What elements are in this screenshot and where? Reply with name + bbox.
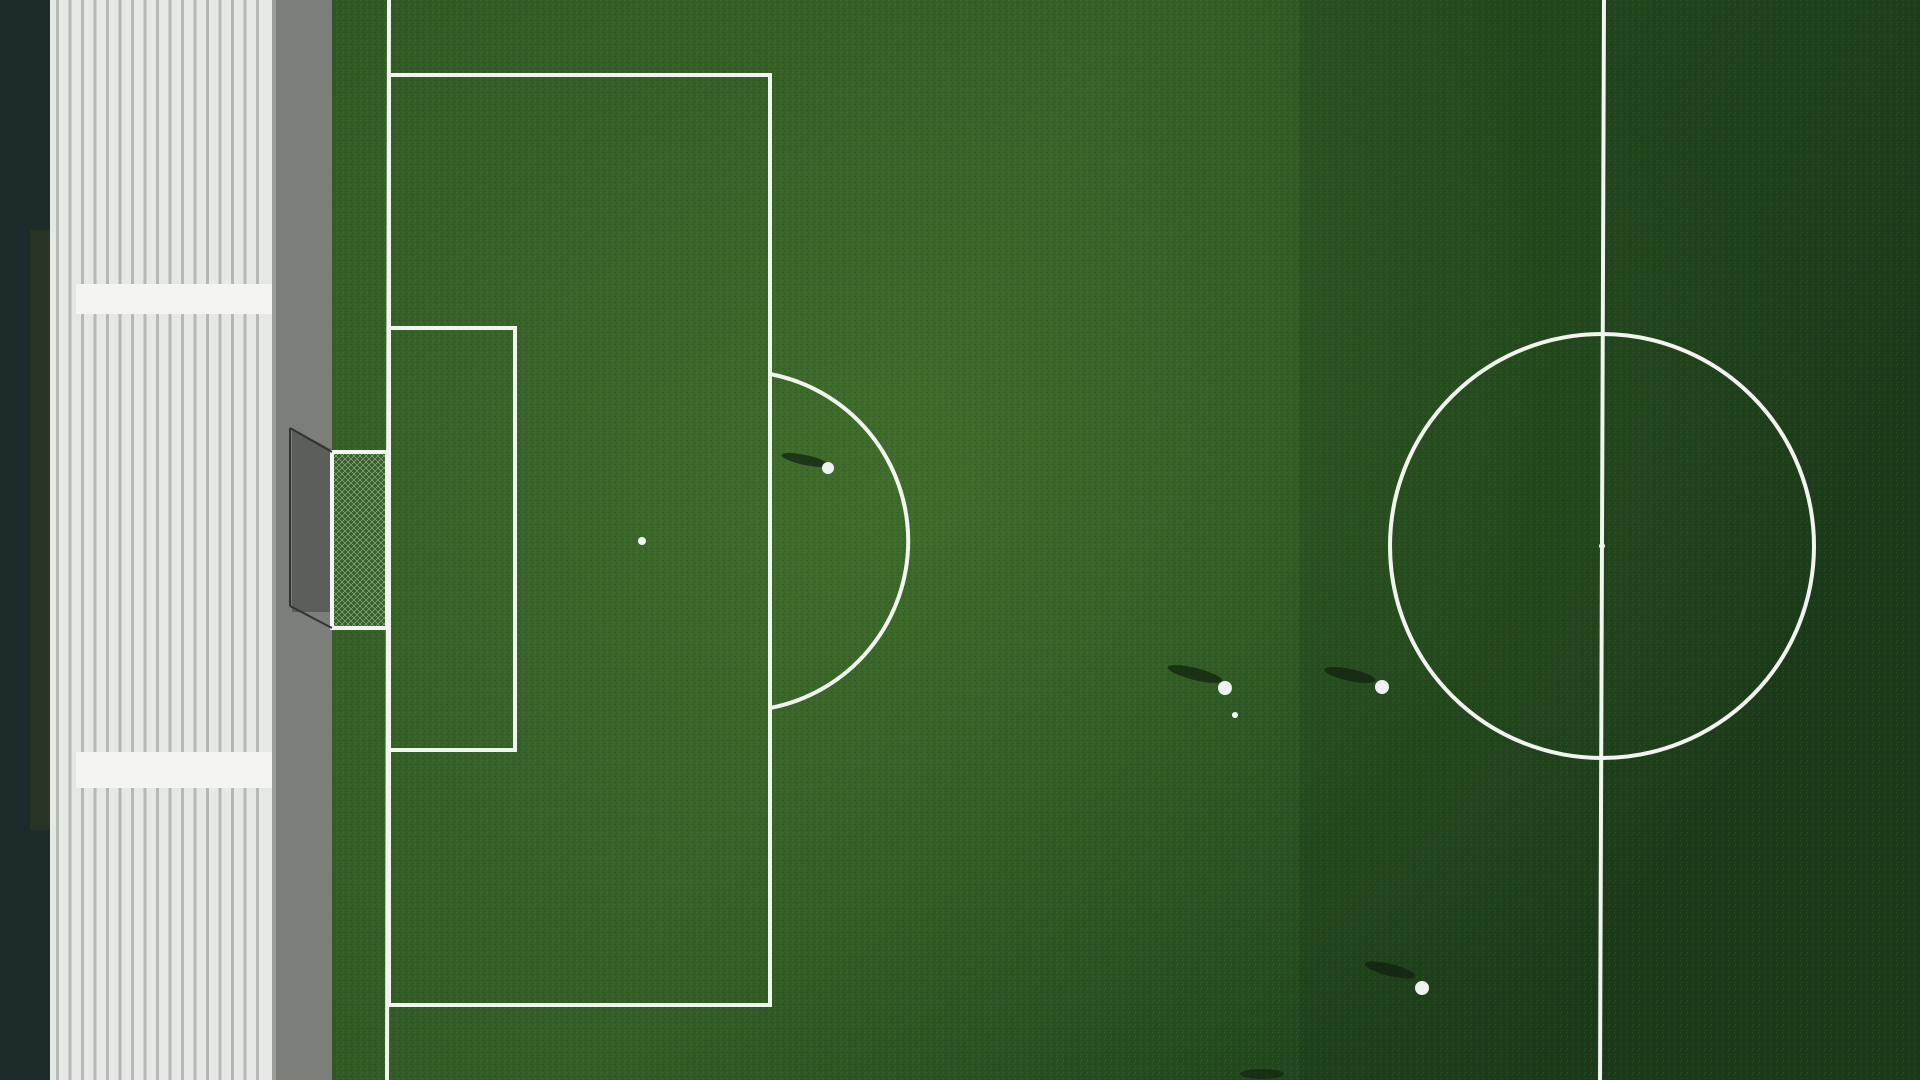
player — [822, 462, 834, 474]
bleacher-row — [118, 0, 122, 1080]
bleacher-row — [93, 0, 97, 1080]
goal — [289, 427, 389, 630]
bleacher-row — [231, 0, 234, 1080]
pitch-canvas — [0, 0, 1920, 1080]
bleacher-row — [168, 0, 172, 1080]
center-spot — [1599, 543, 1605, 549]
bleacher-row — [68, 0, 72, 1080]
bleacher-row — [131, 0, 134, 1080]
bleachers — [50, 0, 272, 1080]
bleacher-row — [193, 0, 197, 1080]
player — [1375, 680, 1389, 694]
player — [1218, 681, 1232, 695]
bleacher-row — [81, 0, 84, 1080]
bleacher-row — [256, 0, 259, 1080]
bleacher-row — [156, 0, 159, 1080]
bleacher-row — [181, 0, 184, 1080]
player-shadow — [1240, 1069, 1284, 1079]
bleacher-row — [218, 0, 222, 1080]
grass-field — [332, 0, 1920, 1080]
player — [1415, 981, 1429, 995]
penalty-spot — [638, 537, 646, 545]
bleacher-row — [143, 0, 147, 1080]
aerial-pitch-photo — [0, 0, 1920, 1080]
bleacher-row — [243, 0, 247, 1080]
bleacher-row — [56, 0, 59, 1080]
bleacher-row — [206, 0, 209, 1080]
bleacher-row — [106, 0, 109, 1080]
ball — [1232, 712, 1238, 718]
